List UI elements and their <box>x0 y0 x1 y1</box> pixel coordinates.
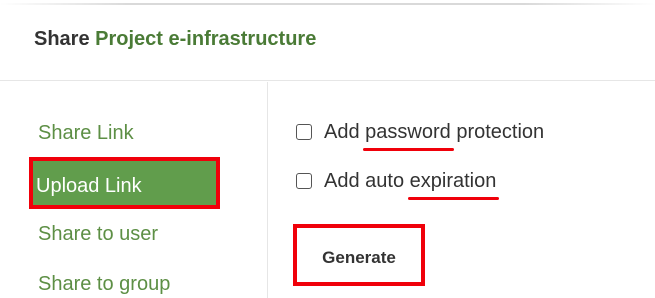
password-keyword: password <box>363 120 454 151</box>
auto-expiration-checkbox[interactable] <box>296 173 312 189</box>
sidebar-item-share-link[interactable]: Share Link <box>38 122 134 145</box>
password-protection-checkbox[interactable] <box>296 124 312 140</box>
expiration-keyword: expiration <box>407 169 500 200</box>
dialog-header: Share Project e-infrastructure <box>0 8 655 81</box>
top-divider <box>0 3 655 5</box>
sidebar-item-upload-link[interactable]: Upload Link <box>29 157 220 209</box>
sidebar-item-share-to-group[interactable]: Share to group <box>38 273 170 296</box>
sidebar-item-label: Share to user <box>38 223 159 245</box>
option-text-before: Add auto <box>324 169 410 192</box>
sidebar-item-label: Upload Link <box>36 175 142 197</box>
share-sidebar: Share Link Upload Link Share to user Sha… <box>0 82 268 298</box>
generate-button-label: Generate <box>322 248 396 267</box>
option-text-after: protection <box>450 120 545 143</box>
sidebar-item-label: Share to group <box>38 273 171 295</box>
generate-button[interactable]: Generate <box>293 224 425 286</box>
project-name: Project e-infrastructure <box>95 28 317 50</box>
password-protection-option[interactable]: Add password protection <box>296 120 545 151</box>
dialog-title-prefix: Share <box>34 28 90 50</box>
dialog-title: Share Project e-infrastructure <box>34 28 316 51</box>
sidebar-item-label: Share Link <box>38 122 134 144</box>
option-text-before: Add <box>324 120 366 143</box>
sidebar-item-share-to-user[interactable]: Share to user <box>38 223 158 246</box>
auto-expiration-option[interactable]: Add auto expiration <box>296 169 500 200</box>
